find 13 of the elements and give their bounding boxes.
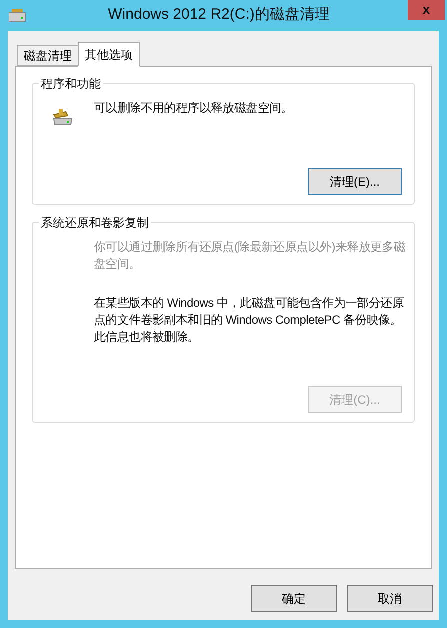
window-title: Windows 2012 R2(C:)的磁盘清理 bbox=[107, 5, 331, 25]
tab[interactable]: 磁盘清理 bbox=[17, 45, 79, 66]
tab[interactable]: 其他选项 bbox=[78, 42, 140, 67]
drive-icon bbox=[9, 9, 26, 22]
cancel-button[interactable]: 取消 bbox=[347, 585, 433, 612]
cleanup-button[interactable]: 清理(E)... bbox=[308, 168, 402, 195]
description-text: 你可以通过删除所有还原点(除最新还原点以外)来释放更多磁盘空间。 bbox=[94, 239, 407, 273]
disk-cleanup-icon bbox=[52, 106, 74, 128]
group-title: 系统还原和卷影复制 bbox=[39, 214, 151, 232]
description-text: 在某些版本的 Windows 中，此磁盘可能包含作为一部分还原点的文件卷影副本和旧的 Windows CompletePC 备份映像。此信息也将被删除。 bbox=[94, 295, 406, 346]
ok-button[interactable]: 确定 bbox=[251, 585, 337, 612]
description-text: 可以删除不用的程序以释放磁盘空间。 bbox=[94, 100, 294, 117]
close-button[interactable]: x bbox=[408, 0, 445, 20]
